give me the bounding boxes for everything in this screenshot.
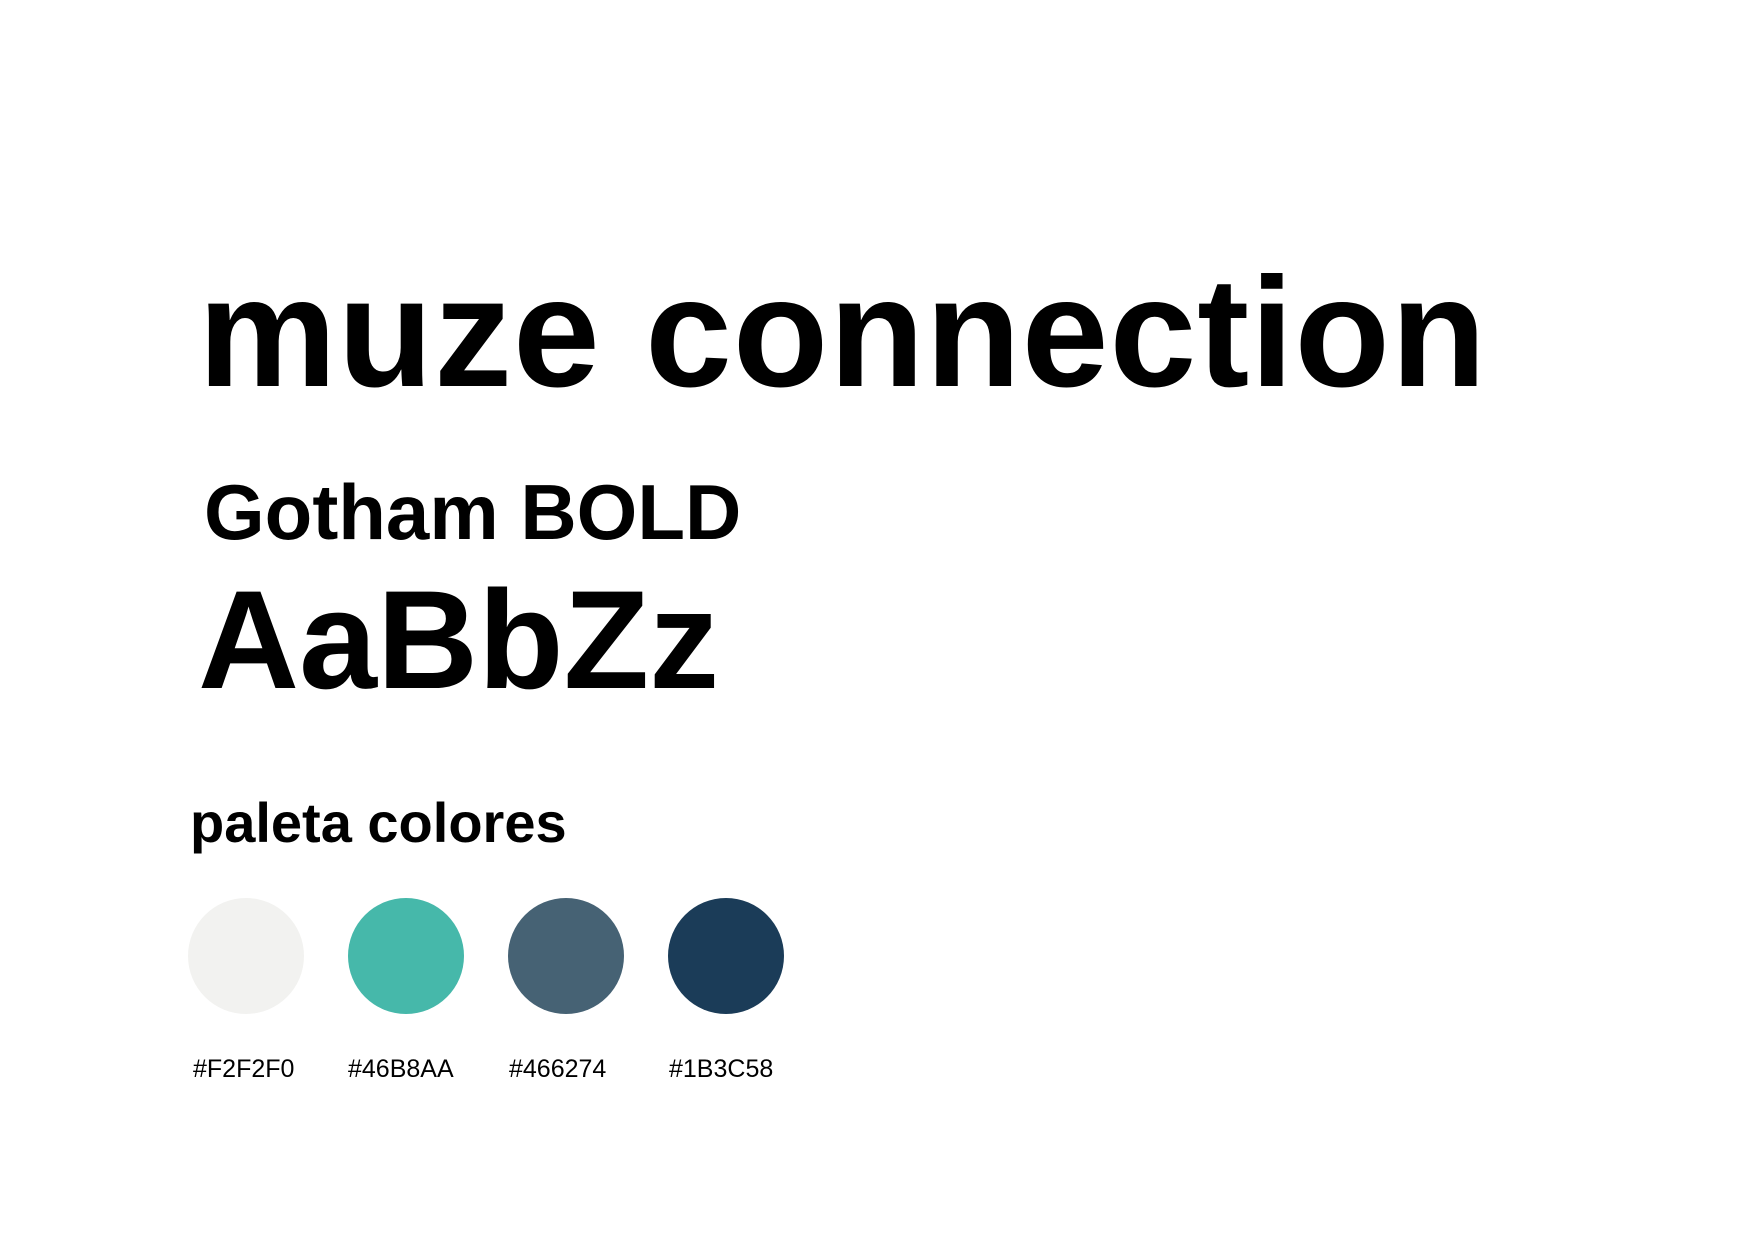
color-label-1: #F2F2F0 (193, 1055, 295, 1083)
color-swatch-4 (668, 898, 784, 1014)
color-label-2: #46B8AA (348, 1055, 454, 1083)
color-label-4: #1B3C58 (669, 1055, 774, 1083)
font-name: Gotham BOLD (204, 468, 742, 556)
color-swatch-2 (348, 898, 464, 1014)
palette-heading: paleta colores (190, 791, 567, 854)
color-swatch-1 (188, 898, 304, 1014)
type-specimen: AaBbZz (198, 561, 720, 718)
color-swatch-3 (508, 898, 624, 1014)
brand-title: muze connection (198, 246, 1488, 420)
color-label-3: #466274 (509, 1055, 607, 1083)
